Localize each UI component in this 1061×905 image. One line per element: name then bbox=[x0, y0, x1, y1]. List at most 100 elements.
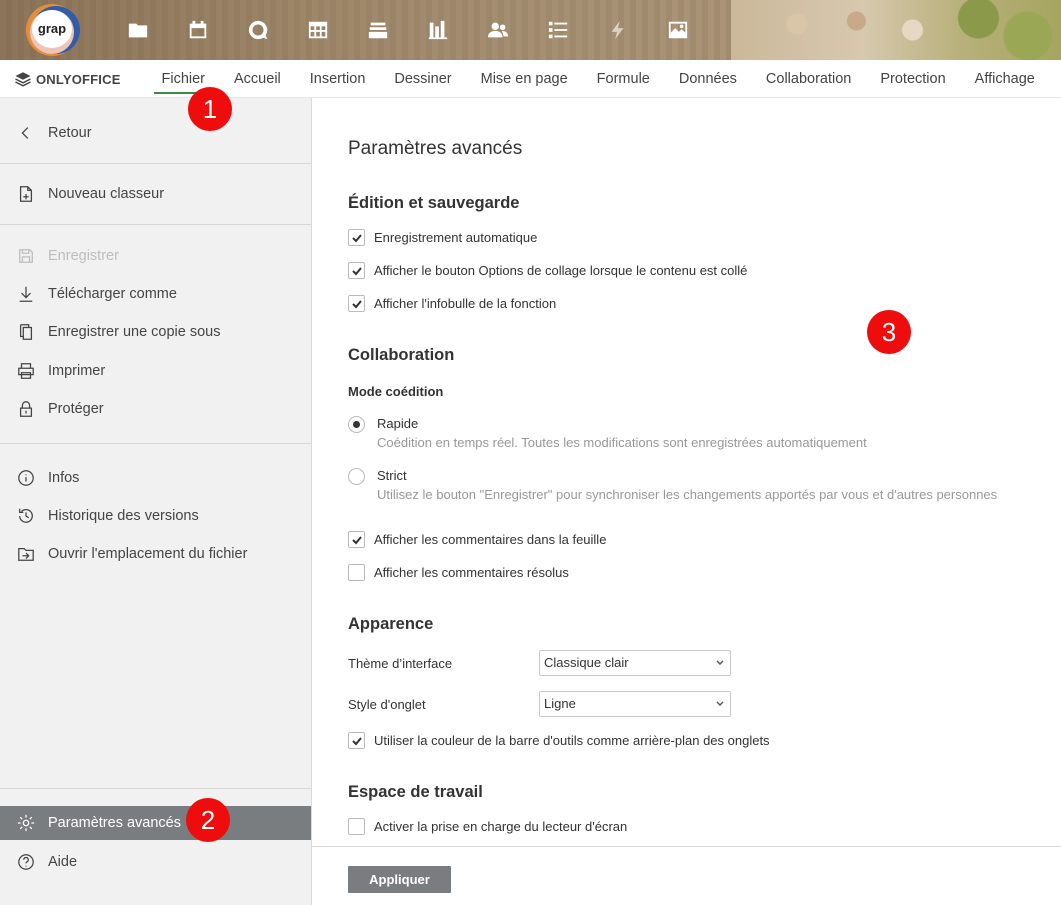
app-icons-bar bbox=[118, 14, 718, 46]
tab-insert[interactable]: Insertion bbox=[295, 60, 380, 98]
save-label: Enregistrer bbox=[48, 248, 119, 264]
banner-photo bbox=[731, 0, 1061, 60]
tab-style-label: Style d'onglet bbox=[348, 697, 426, 712]
screen-reader-checkbox[interactable]: Activer la prise en charge du lecteur d'… bbox=[348, 818, 627, 835]
info-button[interactable]: Infos bbox=[0, 461, 311, 495]
open-location-label: Ouvrir l'emplacement du fichier bbox=[48, 546, 248, 562]
download-icon bbox=[16, 284, 36, 304]
sidebar-divider bbox=[0, 163, 311, 164]
save-copy-label: Enregistrer une copie sous bbox=[48, 324, 221, 340]
deck-icon[interactable] bbox=[358, 14, 398, 46]
info-label: Infos bbox=[48, 470, 80, 486]
tab-style-select[interactable]: Ligne bbox=[539, 691, 731, 717]
grap-logo[interactable]: grap bbox=[26, 4, 80, 56]
tab-data[interactable]: Données bbox=[664, 60, 751, 98]
autosave-label: Enregistrement automatique bbox=[374, 230, 538, 245]
top-banner: grap bbox=[0, 0, 1061, 60]
checkbox-checked bbox=[348, 295, 365, 312]
protect-button[interactable]: Protéger bbox=[0, 392, 311, 426]
copy-icon bbox=[16, 322, 36, 342]
tab-protection[interactable]: Protection bbox=[866, 60, 960, 98]
sidebar-divider bbox=[0, 224, 311, 225]
calendar-icon[interactable] bbox=[178, 14, 218, 46]
flash-icon[interactable] bbox=[598, 14, 638, 46]
tab-draw[interactable]: Dessiner bbox=[380, 60, 466, 98]
tab-collaboration[interactable]: Collaboration bbox=[751, 60, 865, 98]
theme-select[interactable]: Classique clair bbox=[539, 650, 731, 676]
checkbox-checked bbox=[348, 262, 365, 279]
function-tooltip-checkbox[interactable]: Afficher l'infobulle de la fonction bbox=[348, 295, 556, 312]
new-workbook-button[interactable]: Nouveau classeur bbox=[0, 177, 311, 211]
print-button[interactable]: Imprimer bbox=[0, 354, 311, 388]
new-file-icon bbox=[16, 184, 36, 204]
print-label: Imprimer bbox=[48, 363, 106, 379]
editing-heading: Édition et sauvegarde bbox=[348, 194, 520, 212]
chevron-down-icon bbox=[716, 701, 724, 707]
contacts-icon[interactable] bbox=[478, 14, 518, 46]
download-as-label: Télécharger comme bbox=[48, 286, 177, 302]
history-icon bbox=[16, 506, 36, 526]
coedit-mode-heading: Mode coédition bbox=[348, 384, 444, 399]
toolbar-color-label: Utiliser la couleur de la barre d'outils… bbox=[374, 733, 770, 748]
help-icon bbox=[16, 852, 36, 872]
footer-divider bbox=[312, 846, 1061, 847]
paste-options-checkbox[interactable]: Afficher le bouton Options de collage lo… bbox=[348, 262, 747, 279]
marker-3: 3 bbox=[867, 310, 911, 354]
marker-1: 1 bbox=[188, 87, 232, 131]
download-as-button[interactable]: Télécharger comme bbox=[0, 277, 311, 311]
toolbar-color-checkbox[interactable]: Utiliser la couleur de la barre d'outils… bbox=[348, 732, 770, 749]
radio-unselected bbox=[348, 468, 365, 485]
autosave-checkbox[interactable]: Enregistrement automatique bbox=[348, 229, 537, 246]
tab-layout[interactable]: Mise en page bbox=[466, 60, 582, 98]
back-label: Retour bbox=[48, 125, 92, 141]
back-button[interactable]: Retour bbox=[0, 116, 311, 150]
checkbox-unchecked bbox=[348, 564, 365, 581]
advanced-settings-panel: Paramètres avancés Édition et sauvegarde… bbox=[312, 98, 1061, 905]
gear-icon bbox=[16, 813, 36, 833]
checkbox-checked bbox=[348, 229, 365, 246]
fast-mode-description: Coédition en temps réel. Toutes les modi… bbox=[377, 435, 867, 450]
analytics-icon[interactable] bbox=[418, 14, 458, 46]
version-history-button[interactable]: Historique des versions bbox=[0, 499, 311, 533]
brand-name: ONLYOFFICE bbox=[36, 71, 121, 87]
onlyoffice-brand: ONLYOFFICE bbox=[14, 70, 121, 88]
checkbox-checked bbox=[348, 732, 365, 749]
collaboration-heading: Collaboration bbox=[348, 346, 455, 364]
workspace-heading: Espace de travail bbox=[348, 783, 483, 801]
sidebar-divider bbox=[0, 443, 311, 444]
ribbon-tabs: Fichier Accueil Insertion Dessiner Mise … bbox=[147, 60, 1061, 98]
menu-bar: ONLYOFFICE Fichier Accueil Insertion Des… bbox=[0, 60, 1061, 98]
show-comments-label: Afficher les commentaires dans la feuill… bbox=[374, 532, 607, 547]
show-resolved-label: Afficher les commentaires résolus bbox=[374, 565, 569, 580]
new-workbook-label: Nouveau classeur bbox=[48, 186, 165, 202]
logo-text: grap bbox=[37, 21, 67, 36]
save-copy-button[interactable]: Enregistrer une copie sous bbox=[0, 315, 311, 349]
help-button[interactable]: Aide bbox=[0, 845, 311, 879]
paste-options-label: Afficher le bouton Options de collage lo… bbox=[374, 263, 748, 278]
strict-mode-description: Utilisez le bouton "Enregistrer" pour sy… bbox=[377, 487, 998, 502]
tab-view[interactable]: Affichage bbox=[960, 60, 1049, 98]
save-icon bbox=[16, 246, 36, 266]
tab-formula[interactable]: Formule bbox=[582, 60, 664, 98]
show-resolved-checkbox[interactable]: Afficher les commentaires résolus bbox=[348, 564, 569, 581]
apply-button[interactable]: Appliquer bbox=[348, 866, 451, 893]
open-folder-icon bbox=[16, 544, 36, 564]
tasks-icon[interactable] bbox=[538, 14, 578, 46]
strict-mode-label: Strict bbox=[377, 468, 407, 483]
radio-selected bbox=[348, 416, 365, 433]
open-location-button[interactable]: Ouvrir l'emplacement du fichier bbox=[0, 537, 311, 571]
advanced-settings-button[interactable]: Paramètres avancés bbox=[0, 806, 311, 840]
theme-label: Thème d’interface bbox=[348, 656, 453, 671]
spreadsheet-icon[interactable] bbox=[298, 14, 338, 46]
page-title: Paramètres avancés bbox=[348, 138, 523, 159]
tab-home[interactable]: Accueil bbox=[220, 60, 296, 98]
show-comments-checkbox[interactable]: Afficher les commentaires dans la feuill… bbox=[348, 531, 606, 548]
folder-icon[interactable] bbox=[118, 14, 158, 46]
photos-icon[interactable] bbox=[658, 14, 698, 46]
function-tooltip-label: Afficher l'infobulle de la fonction bbox=[374, 296, 557, 311]
tab-style-value: Ligne bbox=[544, 696, 576, 711]
protect-label: Protéger bbox=[48, 401, 104, 417]
tab-overflow[interactable]: N bbox=[1049, 60, 1061, 98]
chevron-left-icon bbox=[16, 123, 36, 143]
talk-icon[interactable] bbox=[238, 14, 278, 46]
